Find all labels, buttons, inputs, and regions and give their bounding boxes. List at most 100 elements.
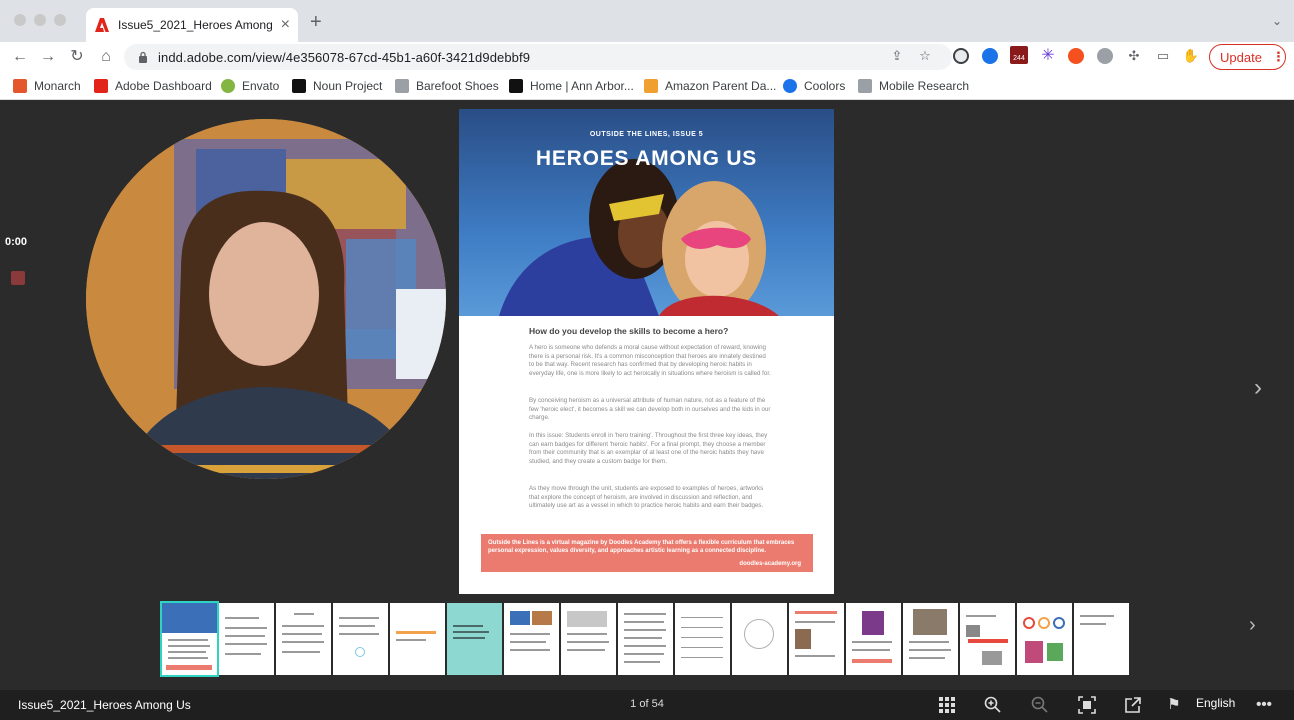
page-thumbnail[interactable] bbox=[1017, 603, 1072, 675]
browser-tab-active[interactable]: Issue5_2021_Heroes Among U × bbox=[86, 8, 298, 42]
webcam-video-bubble[interactable] bbox=[86, 119, 446, 479]
home-icon[interactable]: ⌂ bbox=[95, 46, 117, 68]
record-stop-button[interactable] bbox=[11, 271, 25, 285]
page-thumbnail[interactable] bbox=[618, 603, 673, 675]
page-counter: 1 of 54 bbox=[630, 698, 664, 710]
fit-screen-glyph bbox=[1078, 696, 1096, 714]
grid-view-icon[interactable] bbox=[937, 695, 957, 715]
bookmark-star-icon[interactable]: ☆ bbox=[916, 47, 934, 65]
coolors-icon bbox=[783, 79, 797, 93]
more-vertical-icon: ⋮ bbox=[1271, 49, 1285, 64]
page-thumbnail[interactable] bbox=[390, 603, 445, 675]
bookmarks-bar: Monarch Adobe Dashboard Envato Noun Proj… bbox=[0, 72, 1294, 100]
lock-icon bbox=[139, 51, 147, 63]
share-glyph bbox=[1125, 697, 1141, 713]
page-thumbnail[interactable] bbox=[903, 603, 958, 675]
report-flag-icon[interactable]: ⚑ bbox=[1164, 695, 1184, 715]
extension-icon-4[interactable] bbox=[1068, 48, 1084, 64]
page-thumbnail[interactable] bbox=[333, 603, 388, 675]
folder-icon bbox=[858, 79, 872, 93]
window-zoom-control[interactable] bbox=[54, 14, 66, 26]
thumbnails-next-chevron-icon[interactable]: › bbox=[1249, 614, 1256, 637]
page-thumbnail[interactable] bbox=[846, 603, 901, 675]
window-minimize-control[interactable] bbox=[34, 14, 46, 26]
bookmark-envato[interactable]: Envato bbox=[221, 77, 279, 95]
share-icon[interactable]: ⇪ bbox=[888, 47, 906, 65]
grid-view-glyph bbox=[939, 697, 955, 713]
cta-banner: Outside the Lines is a virtual magazine … bbox=[481, 534, 813, 572]
site-icon bbox=[509, 79, 523, 93]
page-thumbnail[interactable] bbox=[219, 603, 274, 675]
noun-project-icon bbox=[292, 79, 306, 93]
update-label: Update bbox=[1220, 49, 1262, 65]
envato-icon bbox=[221, 79, 235, 93]
tab-close-icon[interactable]: × bbox=[281, 17, 290, 33]
body-paragraph-3: In this issue: Students enroll in 'hero … bbox=[529, 432, 768, 466]
browser-toolbar: ← → ↻ ⌂ indd.adobe.com/view/4e356078-67c… bbox=[0, 42, 1294, 72]
puzzle-extensions-icon[interactable]: ✣ bbox=[1125, 47, 1143, 65]
page-thumbnail[interactable] bbox=[276, 603, 331, 675]
adobe-icon bbox=[94, 79, 108, 93]
bookmark-home-ann-arbor[interactable]: Home | Ann Arbor... bbox=[509, 77, 634, 95]
zoom-out-glyph bbox=[1031, 696, 1048, 713]
body-paragraph-1: A hero is someone who defends a moral ca… bbox=[529, 344, 771, 378]
cta-text: Outside the Lines is a virtual magazine … bbox=[488, 540, 795, 554]
page-thumbnail[interactable] bbox=[1074, 603, 1129, 675]
url-text: indd.adobe.com/view/4e356078-67cd-45b1-a… bbox=[158, 49, 531, 65]
language-selector[interactable]: English bbox=[1196, 696, 1235, 710]
zoom-in-icon[interactable] bbox=[983, 695, 1003, 715]
document-page[interactable]: OUTSIDE THE LINES, ISSUE 5 HEROES AMONG … bbox=[459, 109, 834, 594]
body-paragraph-4: As they move through the unit, students … bbox=[529, 485, 764, 510]
bookmark-adobe-dashboard[interactable]: Adobe Dashboard bbox=[94, 77, 212, 95]
page-thumbnail[interactable] bbox=[960, 603, 1015, 675]
next-page-chevron-icon[interactable]: › bbox=[1254, 374, 1262, 402]
recording-timer: 0:00 bbox=[5, 236, 28, 248]
page-thumbnail[interactable] bbox=[561, 603, 616, 675]
intro-question: How do you develop the skills to become … bbox=[529, 326, 729, 336]
back-arrow-icon[interactable]: ← bbox=[9, 46, 31, 68]
extension-icon-1[interactable] bbox=[953, 48, 969, 64]
bookmark-coolors[interactable]: Coolors bbox=[783, 77, 845, 95]
address-bar[interactable]: indd.adobe.com/view/4e356078-67cd-45b1-a… bbox=[124, 44, 952, 70]
tab-title: Issue5_2021_Heroes Among U bbox=[118, 18, 275, 32]
body-paragraph-2: By conceiving heroism as a universal att… bbox=[529, 397, 771, 422]
cover-kicker: OUTSIDE THE LINES, ISSUE 5 bbox=[589, 131, 704, 138]
amazon-icon bbox=[644, 79, 658, 93]
sidebar-panel-icon[interactable]: ▭ bbox=[1154, 47, 1172, 65]
update-button[interactable]: Update ⋮ bbox=[1209, 44, 1286, 70]
window-close-control[interactable] bbox=[14, 14, 26, 26]
page-thumbnail[interactable] bbox=[675, 603, 730, 675]
extension-badge-icon[interactable]: 244 bbox=[1010, 46, 1028, 64]
presenter-video-frame bbox=[86, 119, 446, 479]
cta-link[interactable]: doodles-academy.org bbox=[739, 561, 801, 567]
bookmark-amazon-parent[interactable]: Amazon Parent Da... bbox=[644, 77, 776, 95]
viewer-footer: Issue5_2021_Heroes Among Us 1 of 54 ⚑ En… bbox=[0, 690, 1294, 720]
browser-tab-bar: Issue5_2021_Heroes Among U × + ⌄ bbox=[0, 0, 1294, 42]
more-options-icon[interactable]: ••• bbox=[1254, 695, 1274, 715]
zoom-out-icon[interactable] bbox=[1030, 695, 1050, 715]
forward-arrow-icon[interactable]: → bbox=[37, 46, 59, 68]
cover-image: OUTSIDE THE LINES, ISSUE 5 HEROES AMONG … bbox=[459, 109, 834, 316]
share-export-icon[interactable] bbox=[1123, 695, 1143, 715]
page-thumbnail[interactable] bbox=[447, 603, 502, 675]
zoom-in-glyph bbox=[984, 696, 1001, 713]
reload-icon[interactable]: ↻ bbox=[66, 46, 88, 68]
new-tab-icon[interactable]: + bbox=[310, 12, 322, 32]
cover-headline: HEROES AMONG US bbox=[535, 147, 758, 170]
page-thumbnail[interactable] bbox=[732, 603, 787, 675]
bookmark-noun-project[interactable]: Noun Project bbox=[292, 77, 382, 95]
hand-extension-icon[interactable]: ✋ bbox=[1182, 47, 1200, 65]
extension-icon-sparkle[interactable]: ✳ bbox=[1040, 48, 1056, 64]
adobe-icon bbox=[95, 18, 109, 32]
tab-search-chevron-icon[interactable]: ⌄ bbox=[1272, 14, 1282, 28]
monarch-icon bbox=[13, 79, 27, 93]
bookmark-monarch[interactable]: Monarch bbox=[13, 77, 81, 95]
page-thumbnail[interactable] bbox=[160, 601, 219, 677]
extension-icon-5[interactable] bbox=[1097, 48, 1113, 64]
fit-to-screen-icon[interactable] bbox=[1077, 695, 1097, 715]
page-thumbnail[interactable] bbox=[504, 603, 559, 675]
bookmark-barefoot-shoes[interactable]: Barefoot Shoes bbox=[395, 77, 499, 95]
extension-icon-2[interactable] bbox=[982, 48, 998, 64]
page-thumbnail[interactable] bbox=[789, 603, 844, 675]
bookmark-mobile-research[interactable]: Mobile Research bbox=[858, 77, 969, 95]
